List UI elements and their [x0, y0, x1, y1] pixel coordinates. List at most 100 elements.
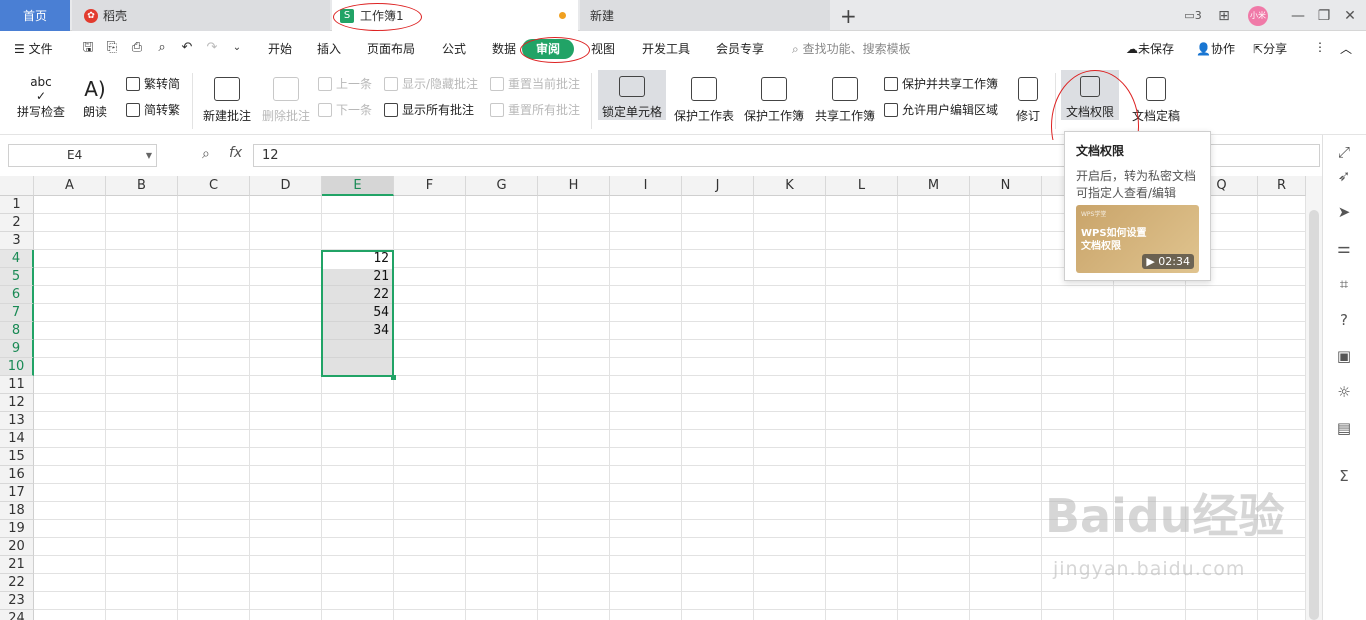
column-header-g[interactable]: G [466, 176, 538, 196]
more-icon[interactable]: ⋮ [1314, 40, 1326, 54]
column-header-m[interactable]: M [898, 176, 970, 196]
column-header-n[interactable]: N [970, 176, 1042, 196]
column-header-l[interactable]: L [826, 176, 898, 196]
row-header-24[interactable]: 24 [0, 610, 34, 620]
column-header-j[interactable]: J [682, 176, 754, 196]
prev-comment-button[interactable]: 上一条 [318, 75, 372, 92]
reset-all-comments-button[interactable]: 重置所有批注 [490, 101, 580, 118]
protect-share-workbook-button[interactable]: 保护并共享工作簿 [884, 75, 998, 92]
collapse-ribbon-icon[interactable]: ︿ [1340, 40, 1352, 57]
menu-item-member[interactable]: 会员专享 [716, 40, 764, 57]
allow-edit-ranges-button[interactable]: 允许用户编辑区域 [884, 101, 998, 118]
collab-button[interactable]: 👤协作 [1196, 40, 1235, 57]
export-pdf-icon[interactable]: ⎘ [104, 40, 120, 56]
row-header-10[interactable]: 10 [0, 358, 34, 376]
reset-current-comment-button[interactable]: 重置当前批注 [490, 75, 580, 92]
new-comment-button[interactable]: 新建批注 [200, 71, 254, 124]
column-header-b[interactable]: B [106, 176, 178, 196]
row-header-3[interactable]: 3 [0, 232, 34, 250]
row-header-13[interactable]: 13 [0, 412, 34, 430]
redo-icon[interactable]: ↷ [204, 40, 220, 56]
protect-workbook-button[interactable]: 保护工作簿 [742, 71, 806, 124]
share-workbook-button[interactable]: 共享工作簿 [813, 71, 877, 124]
print-icon[interactable]: ⎙ [129, 40, 145, 56]
row-header-7[interactable]: 7 [0, 304, 34, 322]
column-header-h[interactable]: H [538, 176, 610, 196]
row-header-21[interactable]: 21 [0, 556, 34, 574]
column-header-k[interactable]: K [754, 176, 826, 196]
menu-item-view[interactable]: 视图 [591, 40, 615, 57]
menu-item-developer[interactable]: 开发工具 [642, 40, 690, 57]
help-icon[interactable]: ? [1335, 311, 1353, 329]
rocket-icon[interactable]: ➶ [1335, 167, 1353, 185]
row-header-19[interactable]: 19 [0, 520, 34, 538]
save-icon[interactable]: 🖫 [80, 40, 96, 56]
book-icon[interactable]: ▤ [1335, 419, 1353, 437]
menu-item-data[interactable]: 数据 [492, 40, 516, 57]
menu-item-insert[interactable]: 插入 [317, 40, 341, 57]
sliders-icon[interactable]: ⚌ [1335, 239, 1353, 257]
search-box[interactable]: ⌕ 查找功能、搜索模板 [792, 40, 911, 57]
row-header-12[interactable]: 12 [0, 394, 34, 412]
zoom-icon[interactable]: ⌕ [202, 146, 210, 162]
cell-e6[interactable]: 22 [322, 286, 392, 304]
row-header-5[interactable]: 5 [0, 268, 34, 286]
restore-icon[interactable]: ❐ [1312, 0, 1336, 31]
cell-e5[interactable]: 21 [322, 268, 392, 286]
cursor-icon[interactable]: ➤ [1335, 203, 1353, 221]
row-header-17[interactable]: 17 [0, 484, 34, 502]
column-header-r[interactable]: R [1258, 176, 1306, 196]
tab-daoke[interactable]: ✿ 稻壳 [72, 0, 330, 31]
row-header-15[interactable]: 15 [0, 448, 34, 466]
column-header-f[interactable]: F [394, 176, 466, 196]
lightbulb-icon[interactable]: ☼ [1335, 383, 1353, 401]
row-header-1[interactable]: 1 [0, 196, 34, 214]
column-header-i[interactable]: I [610, 176, 682, 196]
protect-sheet-button[interactable]: 保护工作表 [672, 71, 736, 124]
column-header-c[interactable]: C [178, 176, 250, 196]
minimize-icon[interactable]: — [1286, 0, 1310, 31]
tutorial-video-thumbnail[interactable]: WPS学堂 WPS如何设置 文档权限 ▶ 02:34 [1076, 205, 1199, 273]
row-header-20[interactable]: 20 [0, 538, 34, 556]
row-header-8[interactable]: 8 [0, 322, 34, 340]
row-header-22[interactable]: 22 [0, 574, 34, 592]
name-box[interactable]: E4 ▼ [8, 144, 157, 167]
cell-e7[interactable]: 54 [322, 304, 392, 322]
scrollbar-thumb[interactable] [1309, 210, 1319, 620]
row-header-23[interactable]: 23 [0, 592, 34, 610]
next-comment-button[interactable]: 下一条 [318, 101, 372, 118]
revise-button[interactable]: 修订 [1008, 71, 1048, 124]
delete-comment-button[interactable]: 删除批注 [259, 71, 313, 124]
row-header-4[interactable]: 4 [0, 250, 34, 268]
spellcheck-button[interactable]: abc ✓ 拼写检查 [12, 71, 70, 120]
image-icon[interactable]: ▣ [1335, 347, 1353, 365]
file-menu[interactable]: ☰ 文件 [14, 40, 53, 57]
row-header-16[interactable]: 16 [0, 466, 34, 484]
row-header-11[interactable]: 11 [0, 376, 34, 394]
column-header-a[interactable]: A [34, 176, 106, 196]
select-all-corner[interactable] [0, 176, 34, 196]
row-header-9[interactable]: 9 [0, 340, 34, 358]
menu-item-start[interactable]: 开始 [268, 40, 292, 57]
unsaved-button[interactable]: ☁未保存 [1126, 40, 1174, 57]
customize-dropdown-icon[interactable]: ⌄ [229, 40, 245, 56]
share-button[interactable]: ⇱分享 [1253, 40, 1287, 57]
menu-item-page-layout[interactable]: 页面布局 [367, 40, 415, 57]
tab-new[interactable]: 新建 [580, 0, 830, 31]
row-header-14[interactable]: 14 [0, 430, 34, 448]
column-header-d[interactable]: D [250, 176, 322, 196]
expand-icon[interactable]: ⤢ [1335, 143, 1353, 161]
row-header-18[interactable]: 18 [0, 502, 34, 520]
row-header-2[interactable]: 2 [0, 214, 34, 232]
undo-icon[interactable]: ↶ [179, 40, 195, 56]
row-header-6[interactable]: 6 [0, 286, 34, 304]
sum-icon[interactable]: Σ [1335, 467, 1353, 485]
show-all-comments-button[interactable]: 显示所有批注 [384, 101, 474, 118]
cell-e4[interactable]: 12 [322, 250, 392, 268]
print-preview-icon[interactable]: ⌕ [154, 40, 170, 56]
simp-to-trad-button[interactable]: 简转繁 [126, 101, 180, 118]
add-tab-icon[interactable]: + [840, 4, 857, 28]
close-icon[interactable]: ✕ [1338, 0, 1362, 31]
show-hide-comments-button[interactable]: 显示/隐藏批注 [384, 75, 478, 92]
grid-apps-icon[interactable]: ⊞ [1212, 0, 1236, 31]
